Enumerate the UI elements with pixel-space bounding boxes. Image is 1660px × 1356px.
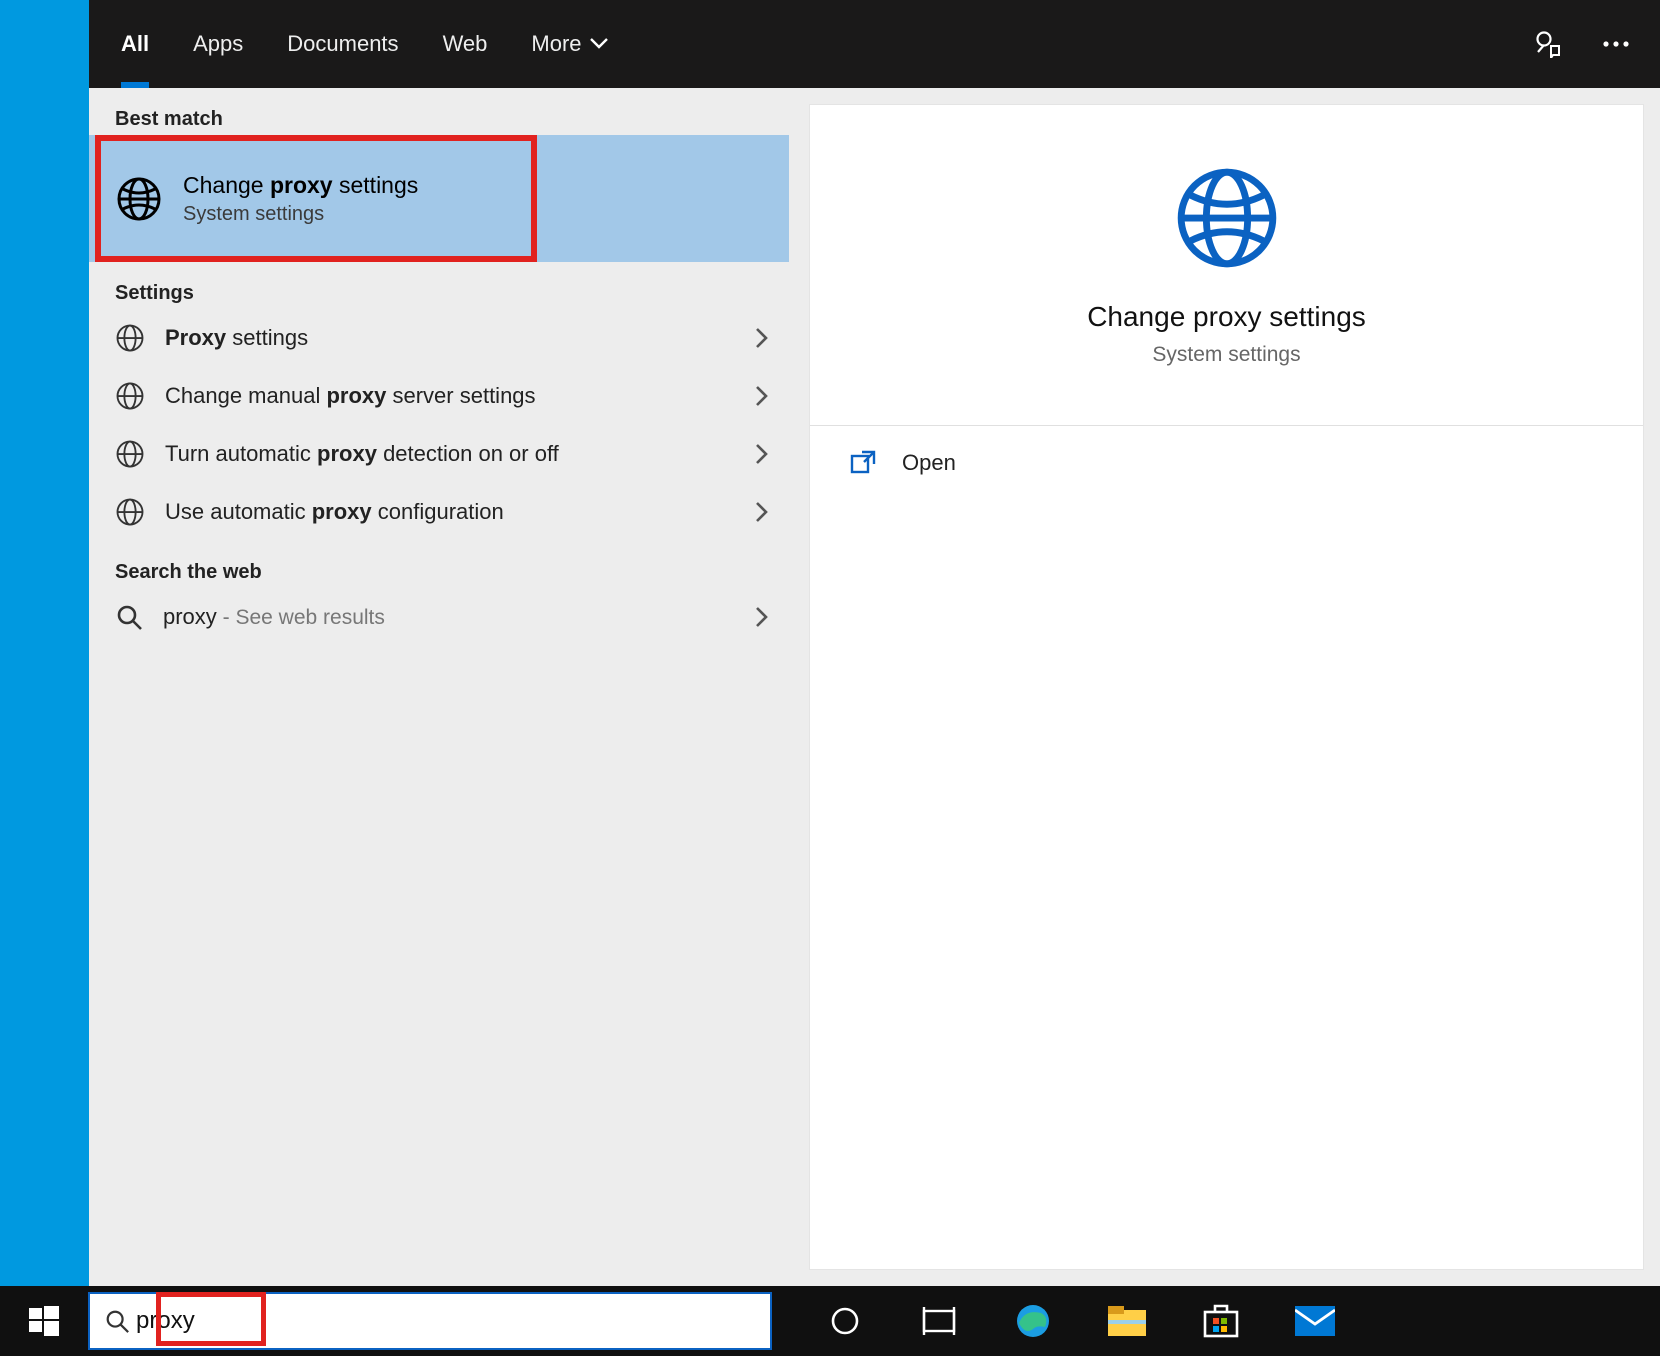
tab-all[interactable]: All [121,0,149,88]
globe-icon [1172,163,1282,273]
search-panel: Best match Change proxy settings System … [89,88,1660,1286]
more-options-icon[interactable] [1602,40,1630,48]
web-result-proxy[interactable]: proxy - See web results [89,588,789,646]
preview-action-open[interactable]: Open [810,426,1643,500]
preview-title: Change proxy settings [1087,301,1366,333]
settings-result-use-automatic-proxy[interactable]: Use automatic proxy configuration [89,483,789,541]
taskbar-app-mail[interactable] [1268,1286,1362,1356]
feedback-icon[interactable] [1534,30,1562,58]
windows-logo-icon [29,1306,59,1336]
settings-result-proxy-settings[interactable]: Proxy settings [89,309,789,367]
globe-icon [115,175,163,223]
best-match-label: Best match [89,88,789,135]
result-preview-pane: Change proxy settings System settings Op… [809,104,1644,1270]
tab-web[interactable]: Web [443,0,488,88]
chevron-right-icon [755,606,769,628]
desktop-left-stripe [0,0,89,1286]
settings-result-label: Turn automatic proxy detection on or off [165,439,735,469]
task-view-icon [922,1307,956,1335]
taskbar-app-store[interactable] [1174,1286,1268,1356]
chevron-right-icon [755,385,769,407]
globe-icon [115,497,145,527]
mail-icon [1295,1306,1335,1336]
globe-icon [115,439,145,469]
taskbar-search-box[interactable] [88,1292,772,1350]
best-match-title: Change proxy settings [183,172,418,199]
best-match-subtitle: System settings [183,203,418,226]
search-header: All Apps Documents Web More [89,0,1660,88]
preview-subtitle: System settings [1152,343,1300,367]
tab-documents[interactable]: Documents [287,0,398,88]
store-icon [1203,1304,1239,1338]
globe-icon [115,323,145,353]
open-icon [850,450,876,476]
tab-more-label: More [531,31,581,57]
taskbar [0,1286,1660,1356]
folder-icon [1108,1306,1146,1336]
tab-more[interactable]: More [531,0,607,88]
taskbar-task-view[interactable] [892,1286,986,1356]
taskbar-search-input[interactable] [136,1307,770,1335]
results-column: Best match Change proxy settings System … [89,88,789,1286]
globe-icon [115,381,145,411]
taskbar-app-file-explorer[interactable] [1080,1286,1174,1356]
search-web-label: Search the web [89,541,789,588]
tab-apps[interactable]: Apps [193,0,243,88]
search-icon [115,603,143,631]
search-icon [104,1308,130,1334]
chevron-down-icon [590,38,608,50]
chevron-right-icon [755,501,769,523]
preview-action-label: Open [902,450,956,476]
start-button[interactable] [0,1286,88,1356]
settings-result-label: Proxy settings [165,323,735,353]
chevron-right-icon [755,327,769,349]
taskbar-app-edge[interactable] [986,1286,1080,1356]
circle-icon [830,1306,860,1336]
settings-result-label: Use automatic proxy configuration [165,497,735,527]
web-result-label: proxy - See web results [163,602,735,632]
edge-icon [1015,1303,1051,1339]
settings-result-change-manual-proxy[interactable]: Change manual proxy server settings [89,367,789,425]
settings-result-label: Change manual proxy server settings [165,381,735,411]
chevron-right-icon [755,443,769,465]
best-match-result[interactable]: Change proxy settings System settings [89,135,789,262]
taskbar-cortana[interactable] [798,1286,892,1356]
settings-section-label: Settings [89,262,789,309]
settings-result-turn-automatic-proxy[interactable]: Turn automatic proxy detection on or off [89,425,789,483]
